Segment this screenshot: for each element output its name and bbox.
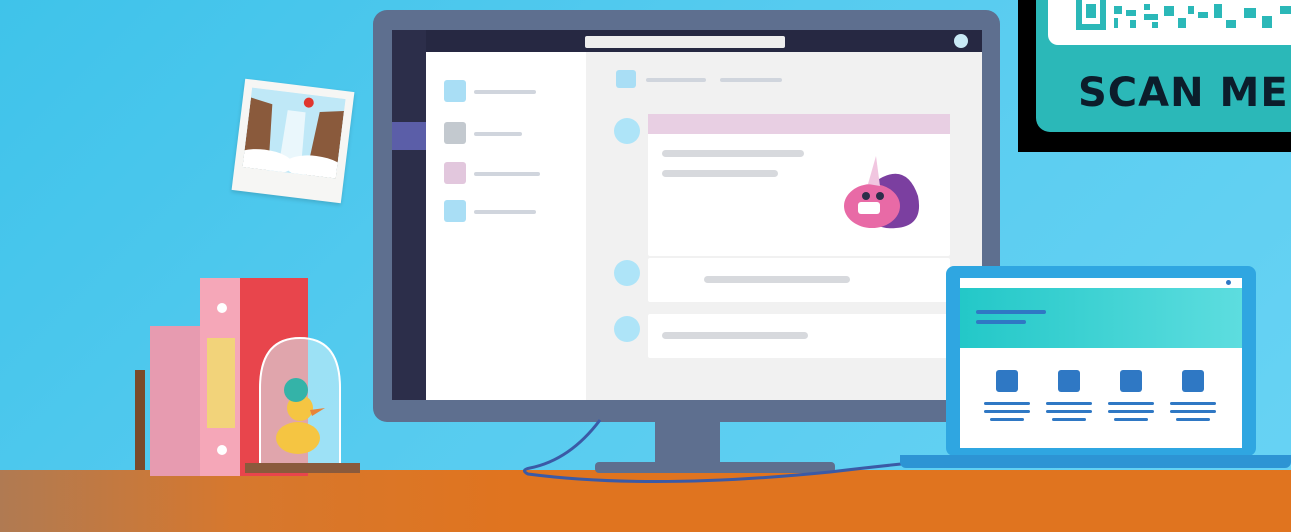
scan-me-label[interactable]: SCAN ME [1078, 70, 1289, 116]
tile-line [1046, 410, 1092, 413]
message-card [648, 314, 950, 358]
message-card [648, 258, 950, 302]
unicorn-sticker-icon [836, 156, 926, 240]
cable [500, 400, 960, 490]
message-card [648, 114, 950, 256]
tile-line [1170, 410, 1216, 413]
app-search-bar [585, 36, 785, 48]
list-item-icon [444, 200, 466, 222]
waterfall-picture [242, 87, 346, 179]
message-avatar [614, 260, 640, 286]
wall-photo [231, 78, 355, 204]
tile-icon [1120, 370, 1142, 392]
tile-line [1046, 402, 1092, 405]
message-text-line [662, 150, 804, 157]
list-item-line [474, 172, 540, 176]
chat-list-pane [426, 52, 586, 400]
tile-icon [996, 370, 1018, 392]
profile-avatar-icon [954, 34, 968, 48]
message-avatar [614, 118, 640, 144]
qr-code-area[interactable] [1048, 0, 1291, 45]
list-item-icon [444, 80, 466, 102]
message-avatar [614, 316, 640, 342]
channel-icon [616, 70, 636, 88]
tile-line [984, 402, 1030, 405]
message-text-line [704, 276, 850, 283]
monitor-screen [392, 30, 982, 400]
tile-line [990, 418, 1024, 421]
app-rail-active-item [392, 122, 426, 150]
list-item-line [474, 90, 536, 94]
message-text-line [662, 170, 778, 177]
tile-icon [1182, 370, 1204, 392]
tile-line [1170, 402, 1216, 405]
banner-line [976, 320, 1026, 324]
list-item-line [474, 210, 536, 214]
message-text-line [662, 332, 808, 339]
tile-line [1108, 410, 1154, 413]
tile-line [984, 410, 1030, 413]
channel-tab-line [720, 78, 782, 82]
bookshelf-decor [120, 278, 370, 478]
conversation-pane [586, 52, 982, 400]
laptop-screen [960, 278, 1242, 448]
qr-code-icon [1076, 0, 1291, 30]
laptop-base [900, 455, 1291, 468]
laptop-banner [960, 288, 1242, 348]
list-item-icon [444, 122, 466, 144]
tile-line [1176, 418, 1210, 421]
channel-title-line [646, 78, 706, 82]
tile-line [1108, 402, 1154, 405]
list-item-line [474, 132, 522, 136]
tile-line [1114, 418, 1148, 421]
banner-line [976, 310, 1046, 314]
tile-line [1052, 418, 1086, 421]
tile-icon [1058, 370, 1080, 392]
laptop-dot-icon [1226, 280, 1231, 285]
app-rail [392, 30, 426, 400]
laptop-titlebar [960, 278, 1242, 286]
list-item-icon [444, 162, 466, 184]
message-card-header [648, 114, 950, 134]
